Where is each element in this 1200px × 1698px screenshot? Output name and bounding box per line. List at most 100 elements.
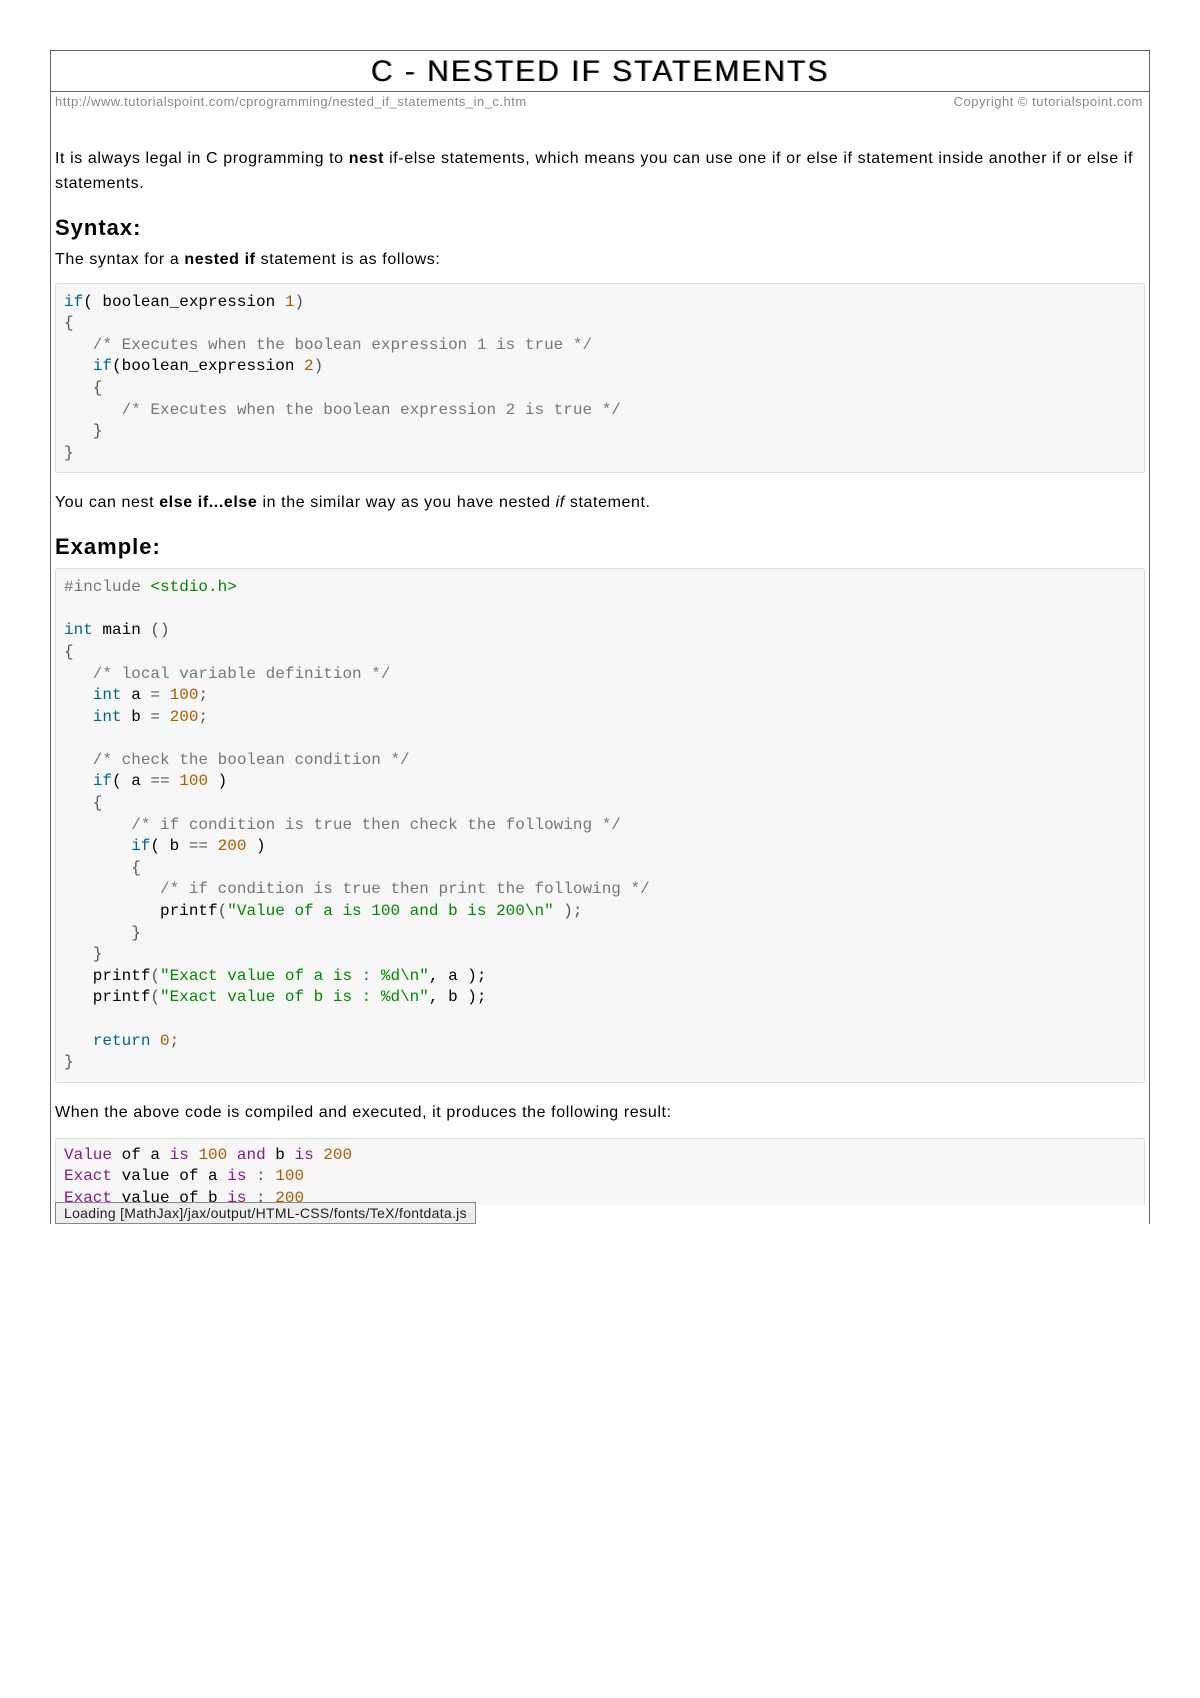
- tok: of: [179, 1167, 198, 1185]
- tok: Exact: [64, 1167, 122, 1185]
- tok: [64, 837, 131, 855]
- tok: (): [150, 621, 169, 639]
- tok: #include: [64, 578, 150, 596]
- tok: 200: [218, 837, 247, 855]
- syntax-lead-bold: nested if: [184, 251, 255, 268]
- tok: b: [266, 1146, 295, 1164]
- example-code-block: #include <stdio.h> int main () { /* loca…: [55, 568, 1145, 1083]
- tok: (boolean_expression: [112, 357, 304, 375]
- between-ital: if: [556, 494, 565, 511]
- intro-bold: nest: [349, 150, 384, 167]
- between-post: statement.: [565, 494, 651, 511]
- tok: [314, 1146, 324, 1164]
- tok: 100: [170, 686, 199, 704]
- tok: if: [93, 772, 112, 790]
- tok: ): [246, 837, 265, 855]
- tok: [64, 772, 93, 790]
- tok: 0: [160, 1032, 170, 1050]
- tok: (: [150, 988, 160, 1006]
- tok: ): [314, 357, 324, 375]
- copyright-text: Copyright © tutorialspoint.com: [954, 94, 1143, 109]
- tok: [160, 686, 170, 704]
- tok: [170, 772, 180, 790]
- tok: }: [64, 924, 141, 942]
- tok: 200: [170, 708, 199, 726]
- tok: "Exact value of b is : %d\n": [160, 988, 429, 1006]
- tok: [208, 837, 218, 855]
- tok: int: [64, 708, 122, 726]
- content-area: It is always legal in C programming to n…: [51, 147, 1149, 1224]
- tok: ( a: [112, 772, 150, 790]
- tok: {: [64, 314, 74, 332]
- tok: , a );: [429, 967, 487, 985]
- tok: ( boolean_expression: [83, 293, 285, 311]
- tok: ): [294, 293, 304, 311]
- tok: 200: [323, 1146, 352, 1164]
- tok: =: [150, 708, 160, 726]
- page-title: C - NESTED IF STATEMENTS: [51, 55, 1149, 89]
- tok: [150, 1032, 160, 1050]
- tok: ==: [189, 837, 208, 855]
- tok: if: [131, 837, 150, 855]
- syntax-code-block: if ( boolean_expression 1) { /* Executes …: [55, 283, 1145, 474]
- tok: "Exact value of a is : %d\n": [160, 967, 429, 985]
- tok: is: [170, 1146, 189, 1164]
- tok: {: [64, 794, 102, 812]
- tok: 2: [304, 357, 314, 375]
- tok: ==: [150, 772, 169, 790]
- tok: [189, 1146, 199, 1164]
- tok: /* check the boolean condition */: [64, 751, 410, 769]
- tok: value: [122, 1167, 180, 1185]
- output-block: Value of a is 100 and b is 200 Exact val…: [55, 1138, 1145, 1205]
- tok: b: [122, 708, 151, 726]
- tok: ( b: [150, 837, 188, 855]
- tok: /* Executes when the boolean expression …: [64, 401, 621, 419]
- tok: int: [64, 621, 93, 639]
- tok: }: [64, 444, 74, 462]
- mathjax-loading-bar: Loading [MathJax]/jax/output/HTML-CSS/fo…: [55, 1202, 476, 1224]
- tok: {: [64, 379, 102, 397]
- tok: ): [208, 772, 227, 790]
- document-page: C - NESTED IF STATEMENTS http://www.tuto…: [50, 50, 1150, 1224]
- tok: {: [64, 643, 74, 661]
- syntax-heading: Syntax:: [55, 215, 1145, 241]
- tok: , b );: [429, 988, 487, 1006]
- tok: 100: [198, 1146, 227, 1164]
- tok: /* if condition is true then print the f…: [64, 880, 650, 898]
- outro-paragraph: When the above code is compiled and exec…: [55, 1101, 1145, 1126]
- intro-paragraph: It is always legal in C programming to n…: [55, 147, 1145, 197]
- tok: {: [64, 859, 141, 877]
- tok: [64, 1032, 93, 1050]
- tok: printf: [64, 988, 150, 1006]
- tok: =: [150, 686, 160, 704]
- tok: /* local variable definition */: [64, 665, 390, 683]
- title-block: C - NESTED IF STATEMENTS: [51, 51, 1149, 92]
- tok: [227, 1146, 237, 1164]
- between-bold: else if...else: [159, 494, 257, 511]
- tok: :: [246, 1167, 275, 1185]
- tok: (: [150, 967, 160, 985]
- tok: a: [198, 1167, 227, 1185]
- tok: ;: [198, 686, 208, 704]
- tok: a: [141, 1146, 170, 1164]
- tok: a: [122, 686, 151, 704]
- tok: 100: [179, 772, 208, 790]
- tok: return: [93, 1032, 151, 1050]
- tok: main: [93, 621, 151, 639]
- tok: printf: [64, 967, 150, 985]
- tok: "Value of a is 100 and b is 200\n": [227, 902, 553, 920]
- source-url: http://www.tutorialspoint.com/cprogrammi…: [55, 94, 527, 109]
- tok: [64, 357, 93, 375]
- tok: if: [93, 357, 112, 375]
- tok: ;: [198, 708, 208, 726]
- tok: 1: [285, 293, 295, 311]
- between-mid: in the similar way as you have nested: [257, 494, 555, 511]
- syntax-lead-pre: The syntax for a: [55, 251, 184, 268]
- tok: ;: [170, 1032, 180, 1050]
- tok: /* if condition is true then check the f…: [64, 816, 621, 834]
- tok: is: [227, 1167, 246, 1185]
- meta-row: http://www.tutorialspoint.com/cprogrammi…: [51, 92, 1149, 113]
- between-paragraph: You can nest else if...else in the simil…: [55, 491, 1145, 516]
- tok: 100: [275, 1167, 304, 1185]
- tok: is: [294, 1146, 313, 1164]
